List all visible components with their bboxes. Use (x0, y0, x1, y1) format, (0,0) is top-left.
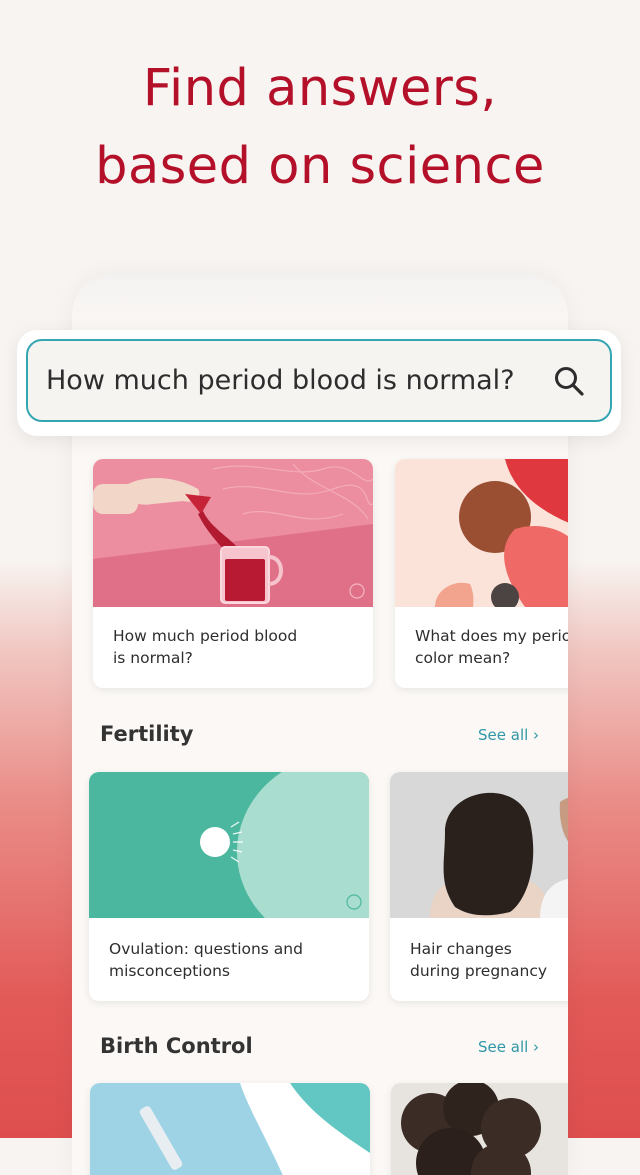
article-card-hair-changes[interactable]: Hair changes during pregnancy (390, 772, 568, 1001)
see-all-birth-control-link[interactable]: See all › (478, 1038, 539, 1056)
article-image-curly-hair (391, 1083, 568, 1175)
search-input[interactable]: How much period blood is normal? (26, 339, 612, 422)
section-title-birth-control: Birth Control (100, 1034, 253, 1058)
article-card-birth-control-2[interactable] (391, 1083, 568, 1175)
see-all-fertility-link[interactable]: See all › (478, 726, 539, 744)
section-title-fertility: Fertility (100, 722, 194, 746)
headline-line-1: Find answers, (142, 59, 498, 118)
search-query-text: How much period blood is normal? (46, 365, 515, 396)
article-caption: What does my period color mean? (415, 627, 568, 667)
headline-line-2: based on science (95, 137, 545, 196)
article-caption: Hair changes during pregnancy (410, 940, 548, 980)
article-image-color-shapes (395, 459, 568, 607)
search-bar: How much period blood is normal? (17, 330, 621, 436)
article-card-ovulation[interactable]: Ovulation: questions and misconceptions (89, 772, 369, 1001)
article-image-hair (390, 772, 568, 918)
article-image-period-cup (93, 459, 373, 607)
article-caption: Ovulation: questions and misconceptions (109, 940, 303, 980)
article-caption: How much period blood is normal? (113, 627, 298, 667)
article-image-birth-control (90, 1083, 370, 1175)
headline: Find answers, based on science (0, 50, 640, 206)
article-image-ovulation (89, 772, 369, 918)
article-card-period-color[interactable]: What does my period color mean? (395, 459, 568, 688)
article-card-birth-control-1[interactable] (90, 1083, 370, 1175)
article-card-period-blood[interactable]: How much period blood is normal? (93, 459, 373, 688)
search-icon[interactable] (552, 364, 586, 398)
